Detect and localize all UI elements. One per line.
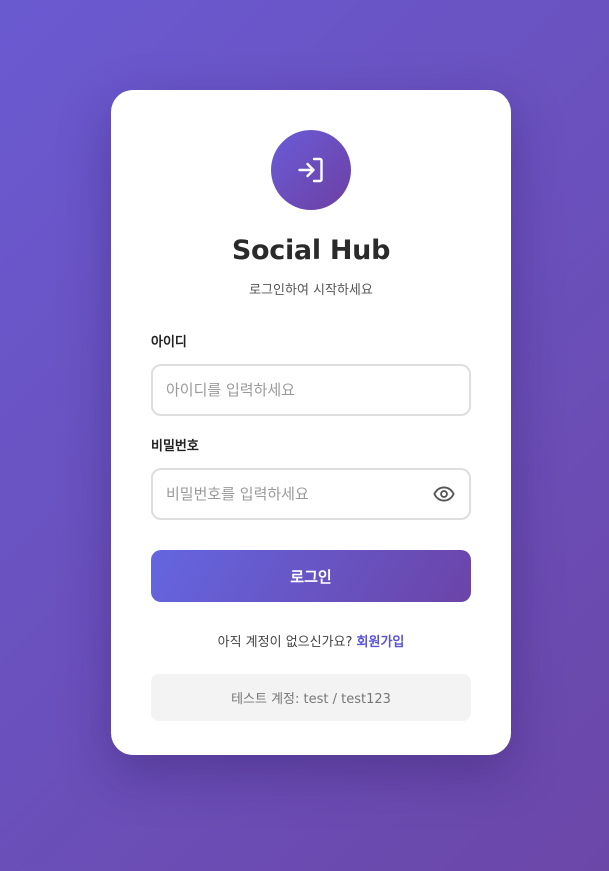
signup-prompt: 아직 계정이 없으신가요? xyxy=(217,635,357,650)
login-card: Social Hub 로그인하여 시작하세요 아이디 비밀번호 로그인 아직 계… xyxy=(111,90,511,755)
username-input[interactable] xyxy=(153,366,469,414)
test-account-text: 테스트 계정: test / test123 xyxy=(231,692,391,707)
signup-row: 아직 계정이 없으신가요? 회원가입 xyxy=(151,634,471,652)
eye-icon[interactable] xyxy=(433,485,455,503)
login-arrow-icon xyxy=(298,157,323,183)
password-label: 비밀번호 xyxy=(151,439,199,454)
signup-link[interactable]: 회원가입 xyxy=(357,635,405,650)
app-subtitle: 로그인하여 시작하세요 xyxy=(249,283,373,298)
logo-badge xyxy=(271,130,351,210)
test-account-box: 테스트 계정: test / test123 xyxy=(151,674,471,721)
password-field-wrapper xyxy=(151,468,471,520)
app-title: Social Hub xyxy=(231,235,391,266)
password-input[interactable] xyxy=(153,470,469,518)
username-field-wrapper xyxy=(151,364,471,416)
username-label: 아이디 xyxy=(151,335,187,350)
login-button[interactable]: 로그인 xyxy=(151,550,471,602)
